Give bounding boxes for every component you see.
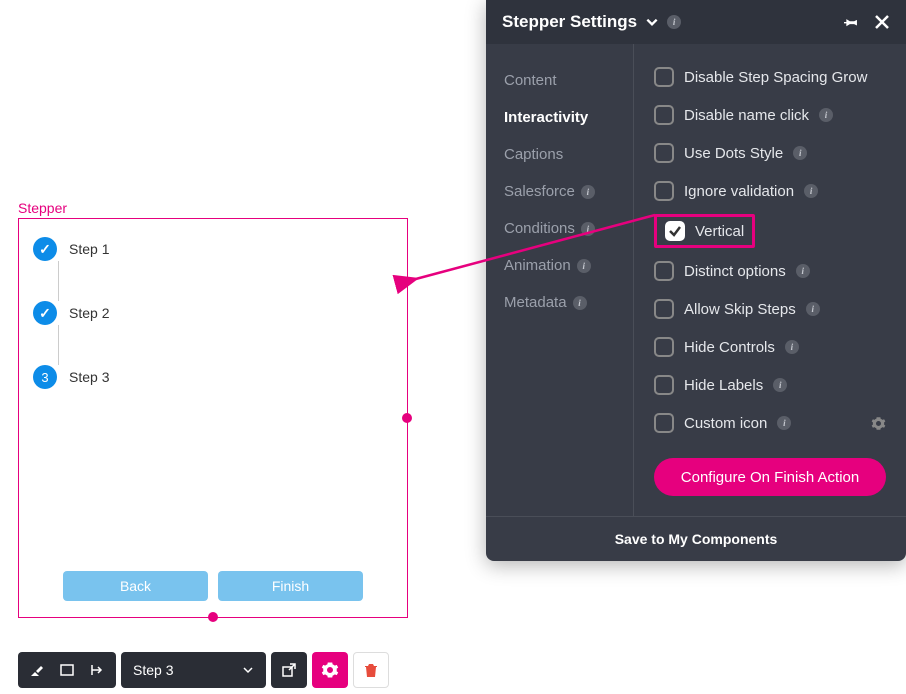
panel-sidebar: Content Interactivity Captions Salesforc… [486, 44, 634, 516]
checkbox[interactable] [654, 143, 674, 163]
option-label: Vertical [695, 223, 744, 240]
panel-options: Disable Step Spacing Grow Disable name c… [634, 44, 906, 516]
option-label: Ignore validation [684, 183, 794, 200]
paint-icon[interactable] [22, 652, 52, 688]
option-hide-controls[interactable]: Hide Controls i [654, 328, 886, 366]
panel-header: Stepper Settings i [486, 0, 906, 44]
sidebar-item-content[interactable]: Content [504, 62, 633, 99]
step-circle-completed [33, 301, 57, 325]
checkbox[interactable] [654, 261, 674, 281]
sidebar-item-label: Interactivity [504, 109, 588, 126]
info-icon[interactable]: i [785, 340, 799, 354]
stepper-title: Stepper [18, 200, 67, 216]
sidebar-item-label: Animation [504, 257, 571, 274]
option-disable-step-spacing-grow[interactable]: Disable Step Spacing Grow [654, 58, 886, 96]
info-icon[interactable]: i [806, 302, 820, 316]
delete-button[interactable] [353, 652, 389, 688]
container-icon[interactable] [52, 652, 82, 688]
step-row[interactable]: 3 Step 3 [33, 365, 393, 389]
align-icon[interactable] [82, 652, 112, 688]
info-icon[interactable]: i [777, 416, 791, 430]
step-row[interactable]: Step 1 [33, 237, 393, 261]
option-label: Allow Skip Steps [684, 301, 796, 318]
info-icon[interactable]: i [773, 378, 787, 392]
option-custom-icon[interactable]: Custom icon i [654, 404, 886, 442]
bottom-toolbar: Step 3 [18, 652, 389, 688]
sidebar-item-label: Conditions [504, 220, 575, 237]
sidebar-item-animation[interactable]: Animation i [504, 247, 633, 284]
option-hide-labels[interactable]: Hide Labels i [654, 366, 886, 404]
info-icon[interactable]: i [819, 108, 833, 122]
sidebar-item-conditions[interactable]: Conditions i [504, 210, 633, 247]
step-label: Step 1 [69, 241, 109, 257]
info-icon: i [581, 185, 595, 199]
resize-handle-right[interactable] [402, 413, 412, 423]
sidebar-item-label: Content [504, 72, 557, 89]
stepper-component[interactable]: Step 1 Step 2 3 Step 3 Back Finish [18, 218, 408, 618]
chevron-down-icon[interactable] [645, 15, 659, 29]
option-ignore-validation[interactable]: Ignore validation i [654, 172, 886, 210]
resize-handle-bottom[interactable] [208, 612, 218, 622]
sidebar-item-captions[interactable]: Captions [504, 136, 633, 173]
option-disable-name-click[interactable]: Disable name click i [654, 96, 886, 134]
steps-container: Step 1 Step 2 3 Step 3 [19, 219, 407, 389]
step-label: Step 3 [69, 369, 109, 385]
option-vertical[interactable]: Vertical [654, 210, 886, 252]
sidebar-item-salesforce[interactable]: Salesforce i [504, 173, 633, 210]
checkbox[interactable] [654, 181, 674, 201]
checkbox[interactable] [654, 105, 674, 125]
step-select-value: Step 3 [133, 662, 173, 678]
info-icon[interactable]: i [793, 146, 807, 160]
info-icon: i [577, 259, 591, 273]
checkbox[interactable] [665, 221, 685, 241]
info-icon: i [573, 296, 587, 310]
step-connector [58, 325, 59, 365]
gear-icon[interactable] [871, 416, 886, 431]
checkbox[interactable] [654, 337, 674, 357]
option-label: Disable name click [684, 107, 809, 124]
option-label: Hide Controls [684, 339, 775, 356]
option-label: Disable Step Spacing Grow [684, 69, 867, 86]
settings-panel: Stepper Settings i Content Interactivity [486, 0, 906, 561]
option-use-dots-style[interactable]: Use Dots Style i [654, 134, 886, 172]
checkbox[interactable] [654, 413, 674, 433]
info-icon[interactable]: i [667, 15, 681, 29]
option-label: Distinct options [684, 263, 786, 280]
configure-finish-action-button[interactable]: Configure On Finish Action [654, 458, 886, 496]
step-circle-completed [33, 237, 57, 261]
option-distinct-options[interactable]: Distinct options i [654, 252, 886, 290]
finish-button[interactable]: Finish [218, 571, 363, 601]
option-label: Use Dots Style [684, 145, 783, 162]
settings-gear-button[interactable] [312, 652, 348, 688]
option-allow-skip-steps[interactable]: Allow Skip Steps i [654, 290, 886, 328]
checkbox[interactable] [654, 375, 674, 395]
highlight-box: Vertical [654, 214, 755, 248]
step-row[interactable]: Step 2 [33, 301, 393, 325]
sidebar-item-interactivity[interactable]: Interactivity [504, 99, 633, 136]
sidebar-item-label: Metadata [504, 294, 567, 311]
sidebar-item-label: Captions [504, 146, 563, 163]
option-label: Custom icon [684, 415, 767, 432]
popout-icon[interactable] [271, 652, 307, 688]
step-select[interactable]: Step 3 [121, 652, 266, 688]
step-circle-current: 3 [33, 365, 57, 389]
save-to-my-components[interactable]: Save to My Components [486, 516, 906, 561]
info-icon[interactable]: i [796, 264, 810, 278]
close-icon[interactable] [874, 14, 890, 30]
step-connector [58, 261, 59, 301]
step-label: Step 2 [69, 305, 109, 321]
checkbox[interactable] [654, 67, 674, 87]
checkbox[interactable] [654, 299, 674, 319]
info-icon: i [581, 222, 595, 236]
panel-title: Stepper Settings [502, 12, 637, 32]
chevron-down-icon [242, 664, 254, 676]
sidebar-item-metadata[interactable]: Metadata i [504, 284, 633, 321]
sidebar-item-label: Salesforce [504, 183, 575, 200]
option-label: Hide Labels [684, 377, 763, 394]
back-button[interactable]: Back [63, 571, 208, 601]
pin-icon[interactable] [844, 14, 860, 30]
info-icon[interactable]: i [804, 184, 818, 198]
